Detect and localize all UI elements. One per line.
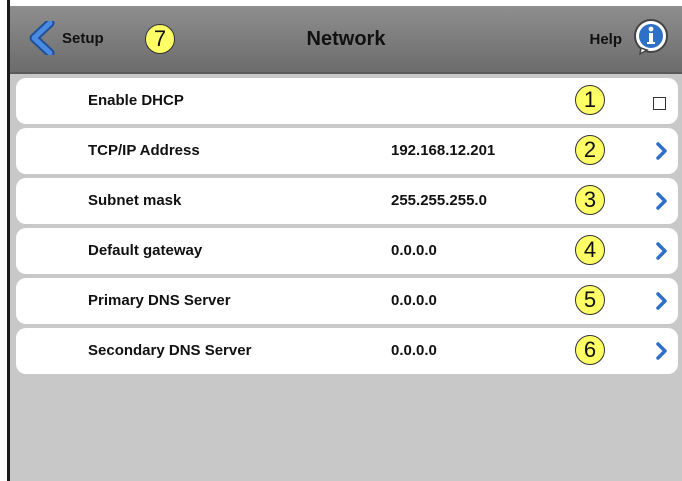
row-label: Enable DHCP: [88, 92, 184, 109]
chevron-right-icon: [656, 192, 668, 215]
row-secondary-dns[interactable]: Secondary DNS Server 0.0.0.0 6: [16, 328, 678, 374]
chevron-right-icon: [656, 342, 668, 365]
chevron-right-icon: [656, 142, 668, 165]
row-label: TCP/IP Address: [88, 142, 200, 159]
row-value: 255.255.255.0: [391, 192, 487, 209]
row-default-gateway[interactable]: Default gateway 0.0.0.0 4: [16, 228, 678, 274]
row-label: Default gateway: [88, 242, 203, 259]
help-button[interactable]: Help: [589, 18, 670, 61]
page-title: Network: [306, 28, 386, 50]
row-label: Subnet mask: [88, 192, 182, 209]
device-screen: Setup 7 Network Help Enable DHCP 1 TCP/I…: [7, 0, 682, 481]
row-tcpip-address[interactable]: TCP/IP Address 192.168.12.201 2: [16, 128, 678, 174]
row-enable-dhcp[interactable]: Enable DHCP 1: [16, 78, 678, 124]
row-value: 0.0.0.0: [391, 242, 437, 259]
chevron-right-icon: [656, 242, 668, 265]
callout-badge: 4: [575, 235, 605, 265]
row-primary-dns[interactable]: Primary DNS Server 0.0.0.0 5: [16, 278, 678, 324]
dhcp-checkbox[interactable]: [653, 97, 666, 110]
row-value: 0.0.0.0: [391, 292, 437, 309]
callout-badge: 6: [575, 335, 605, 365]
settings-list: Enable DHCP 1 TCP/IP Address 192.168.12.…: [16, 78, 678, 378]
row-value: 0.0.0.0: [391, 342, 437, 359]
callout-badge: 1: [575, 85, 605, 115]
row-subnet-mask[interactable]: Subnet mask 255.255.255.0 3: [16, 178, 678, 224]
callout-badge: 3: [575, 185, 605, 215]
row-label: Primary DNS Server: [88, 292, 231, 309]
callout-badge: 2: [575, 135, 605, 165]
row-value: 192.168.12.201: [391, 142, 496, 159]
help-label: Help: [589, 30, 622, 48]
row-label: Secondary DNS Server: [88, 342, 252, 359]
chevron-right-icon: [656, 292, 668, 315]
info-icon: [632, 18, 670, 61]
callout-badge: 5: [575, 285, 605, 315]
header-bar: Setup 7 Network Help: [10, 6, 682, 74]
